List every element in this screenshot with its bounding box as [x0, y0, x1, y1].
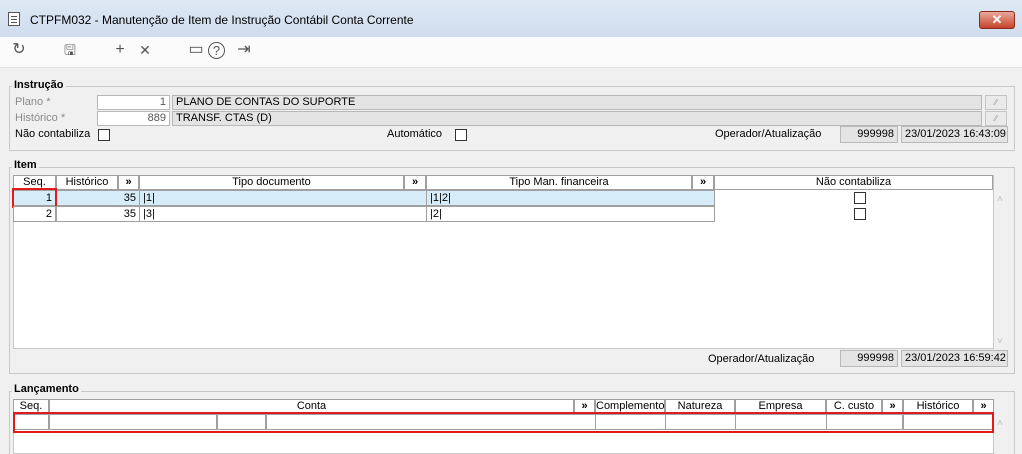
plano-label: Plano * — [15, 96, 51, 108]
window-title: CTPFM032 - Manutenção de Item de Instruç… — [30, 13, 414, 27]
item-row-2-tipo-man-financeira[interactable]: |2| — [426, 206, 715, 222]
save-icon[interactable]: 🖫 — [59, 40, 81, 60]
refresh-icon[interactable]: ↻ — [8, 40, 30, 60]
close-button[interactable]: ✕ — [979, 11, 1015, 29]
item-operador-label: Operador/Atualização — [708, 353, 815, 365]
historico-lookup-button[interactable]: ⁄⁄ — [985, 111, 1007, 126]
lancamento-legend: Lançamento — [12, 383, 81, 395]
item-row-1-nao-contabiliza-checkbox[interactable] — [854, 192, 866, 204]
plano-input[interactable]: 1 — [97, 95, 170, 110]
historico-description: TRANSF. CTAS (D) — [172, 111, 982, 126]
item-row-1-tipo-documento[interactable]: |1| — [139, 190, 427, 206]
item-scroll-up-icon[interactable]: ˄ — [997, 194, 1003, 205]
item-col-tipo-documento[interactable]: Tipo documento — [139, 175, 404, 190]
item-row-2-historico[interactable]: 35 — [56, 206, 140, 222]
instrucao-legend: Instrução — [12, 79, 66, 91]
item-col-expand-3[interactable]: » — [692, 175, 714, 190]
historico-input[interactable]: 889 — [97, 111, 170, 126]
item-col-expand-2[interactable]: » — [404, 175, 426, 190]
item-row-2-seq[interactable]: 2 — [13, 206, 56, 222]
item-atualizacao-value: 23/01/2023 16:59:42 — [901, 350, 1008, 367]
delete-icon[interactable]: ✕ — [134, 40, 156, 60]
item-row-1-historico[interactable]: 35 — [56, 190, 140, 206]
item-row-1-seq-highlight — [12, 188, 57, 208]
item-scroll-down-icon[interactable]: ˅ — [997, 336, 1003, 347]
document-icon — [8, 12, 20, 26]
item-col-tipo-man-financeira[interactable]: Tipo Man. financeira — [426, 175, 692, 190]
lanc-scroll-up-icon[interactable]: ˄ — [997, 418, 1003, 429]
instrucao-operador-label: Operador/Atualização — [715, 128, 822, 140]
instrucao-atualizacao-value: 23/01/2023 16:43:09 — [901, 126, 1008, 143]
automatico-checkbox[interactable] — [455, 129, 467, 141]
nao-contabiliza-label: Não contabiliza — [15, 128, 91, 140]
item-col-historico[interactable]: Histórico — [56, 175, 118, 190]
item-col-expand-1[interactable]: » — [118, 175, 139, 190]
calendar-icon[interactable]: ▭ — [185, 40, 207, 60]
item-legend: Item — [12, 159, 39, 171]
automatico-label: Automático — [387, 128, 443, 140]
add-icon[interactable]: + — [109, 40, 131, 60]
item-col-nao-contabiliza[interactable]: Não contabiliza — [714, 175, 993, 190]
historico-label: Histórico * — [15, 112, 66, 124]
plano-lookup-button[interactable]: ⁄⁄ — [985, 95, 1007, 110]
plano-description: PLANO DE CONTAS DO SUPORTE — [172, 95, 982, 110]
instrucao-operador-value: 999998 — [840, 126, 898, 143]
exit-icon[interactable]: ⇥ — [233, 40, 255, 60]
help-icon[interactable]: ? — [208, 42, 225, 59]
item-operador-value: 999998 — [840, 350, 898, 367]
item-row-1-tipo-man-financeira[interactable]: |1|2| — [426, 190, 715, 206]
nao-contabiliza-checkbox[interactable] — [98, 129, 110, 141]
lanc-row-highlight — [13, 412, 994, 433]
item-row-2-tipo-documento[interactable]: |3| — [139, 206, 427, 222]
item-row-2-nao-contabiliza-checkbox[interactable] — [854, 208, 866, 220]
